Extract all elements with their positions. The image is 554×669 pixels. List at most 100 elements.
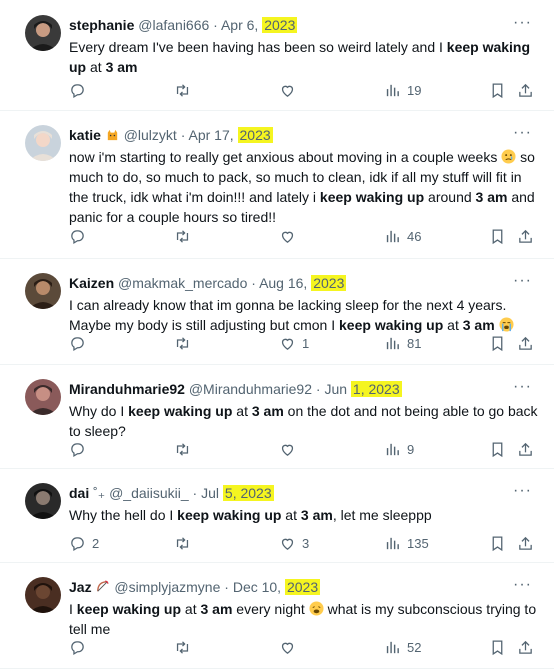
- user-handle[interactable]: @lulzykt: [124, 127, 177, 143]
- views-button[interactable]: 81: [384, 333, 421, 353]
- display-name[interactable]: Miranduhmarie92: [69, 381, 185, 397]
- user-handle[interactable]: @_daiisukii_: [109, 485, 189, 501]
- post-date[interactable]: Jul 5, 2023: [201, 485, 274, 501]
- tweet[interactable]: katie @lulzykt · Apr 17, 2023 ··· now i'm …: [0, 110, 554, 259]
- tweet-header: Miranduhmarie92 @Miranduhmarie92 · Jun 1…: [69, 380, 402, 398]
- display-name[interactable]: katie: [69, 127, 101, 143]
- highlighted-phrase: keep waking up: [128, 403, 233, 419]
- reply-button[interactable]: [69, 439, 92, 459]
- avatar[interactable]: [25, 15, 61, 51]
- bookmark-button[interactable]: [489, 439, 506, 459]
- tweet[interactable]: Kaizen @makmak_mercado · Aug 16, 2023 ···…: [0, 258, 554, 365]
- retweet-button[interactable]: [174, 637, 191, 657]
- tweet-actions: 9: [69, 439, 539, 459]
- share-button[interactable]: [517, 533, 534, 553]
- more-icon[interactable]: ···: [513, 125, 532, 141]
- tweet[interactable]: stephanie @lafani666 · Apr 6, 2023 ··· Eve…: [0, 0, 554, 111]
- like-button[interactable]: [279, 226, 302, 246]
- avatar[interactable]: [25, 125, 61, 161]
- tweet[interactable]: dai ˚₊ @_daiisukii_ · Jul 5, 2023 ··· Why …: [0, 468, 554, 563]
- tweet-text: now i'm starting to really get anxious a…: [69, 147, 539, 227]
- highlighted-phrase: 3 am: [105, 59, 138, 75]
- date-text: Dec 10,: [232, 579, 285, 595]
- views-button[interactable]: 46: [384, 226, 421, 246]
- display-name[interactable]: stephanie: [69, 17, 134, 33]
- display-name[interactable]: Kaizen: [69, 275, 114, 291]
- views-button[interactable]: 9: [384, 439, 414, 459]
- tweet-actions: 52: [69, 637, 539, 657]
- like-button[interactable]: [279, 80, 302, 100]
- reply-button[interactable]: [69, 637, 92, 657]
- date-text: Apr 6,: [220, 17, 263, 33]
- avatar[interactable]: [25, 273, 61, 309]
- retweet-button[interactable]: [174, 80, 191, 100]
- avatar[interactable]: [25, 379, 61, 415]
- user-handle[interactable]: @Miranduhmarie92: [189, 381, 312, 397]
- retweet-button[interactable]: [174, 533, 191, 553]
- views-button[interactable]: 52: [384, 637, 421, 657]
- bookmark-icon: [489, 535, 506, 552]
- avatar[interactable]: [25, 577, 61, 613]
- highlighted-phrase: 3 am: [251, 403, 284, 419]
- share-button[interactable]: [517, 226, 534, 246]
- like-button[interactable]: 3: [279, 533, 309, 553]
- reply-button[interactable]: [69, 226, 92, 246]
- tweet-actions: 19: [69, 80, 539, 100]
- bookmark-icon: [489, 639, 506, 656]
- text-segment: at: [443, 317, 463, 333]
- bookmark-button[interactable]: [489, 637, 506, 657]
- post-date[interactable]: Aug 16, 2023: [259, 275, 347, 291]
- retweet-button[interactable]: [174, 226, 191, 246]
- views-button[interactable]: 19: [384, 80, 421, 100]
- display-name[interactable]: dai: [69, 485, 89, 501]
- reply-button[interactable]: [69, 80, 92, 100]
- post-date[interactable]: Dec 10, 2023: [232, 579, 321, 595]
- like-button[interactable]: [279, 637, 302, 657]
- bookmark-icon: [489, 82, 506, 99]
- reply-button[interactable]: 2: [69, 533, 99, 553]
- more-icon[interactable]: ···: [513, 379, 532, 395]
- retweet-button[interactable]: [174, 333, 191, 353]
- more-icon[interactable]: ···: [513, 577, 532, 593]
- share-button[interactable]: [517, 439, 534, 459]
- text-segment: at: [281, 507, 301, 523]
- share-button[interactable]: [517, 333, 534, 353]
- highlighted-phrase: keep waking up: [76, 601, 182, 617]
- views-icon: [384, 441, 401, 458]
- share-button[interactable]: [517, 637, 534, 657]
- bookmark-button[interactable]: [489, 333, 506, 353]
- more-icon[interactable]: ···: [513, 273, 532, 289]
- text-segment: Every dream I've been having has been so…: [69, 39, 447, 55]
- tweet[interactable]: Miranduhmarie92 @Miranduhmarie92 · Jun 1…: [0, 364, 554, 469]
- share-icon: [517, 441, 534, 458]
- retweet-button[interactable]: [174, 439, 191, 459]
- bookmark-button[interactable]: [489, 80, 506, 100]
- more-icon[interactable]: ···: [513, 483, 532, 499]
- text-segment: Why do I: [69, 403, 129, 419]
- views-icon: [384, 335, 401, 352]
- user-handle[interactable]: @makmak_mercado: [118, 275, 247, 291]
- tweet[interactable]: Jaz @simplyjazmyne · Dec 10, 2023 ··· I ke…: [0, 562, 554, 669]
- like-button[interactable]: 1: [279, 333, 309, 353]
- cat-emoji: [105, 127, 120, 143]
- more-icon[interactable]: ···: [513, 15, 532, 31]
- display-name[interactable]: Jaz: [69, 579, 92, 595]
- views-count: 19: [407, 82, 422, 98]
- like-button[interactable]: [279, 439, 302, 459]
- bookmark-icon: [489, 228, 506, 245]
- bookmark-button[interactable]: [489, 533, 506, 553]
- share-button[interactable]: [517, 80, 534, 100]
- tweet-text: I can already know that im gonna be lack…: [69, 295, 539, 335]
- avatar[interactable]: [25, 483, 61, 519]
- post-date[interactable]: Jun 1, 2023: [324, 381, 402, 397]
- like-icon: [279, 639, 296, 656]
- reply-button[interactable]: [69, 333, 92, 353]
- bookmark-button[interactable]: [489, 226, 506, 246]
- user-handle[interactable]: @lafani666: [138, 17, 209, 33]
- post-date[interactable]: Apr 6, 2023: [220, 17, 298, 33]
- user-handle[interactable]: @simplyjazmyne: [114, 579, 220, 595]
- post-date[interactable]: Apr 17, 2023: [188, 127, 273, 143]
- like-icon: [279, 228, 296, 245]
- views-button[interactable]: 135: [384, 533, 429, 553]
- weary-face-emoji: [309, 601, 324, 617]
